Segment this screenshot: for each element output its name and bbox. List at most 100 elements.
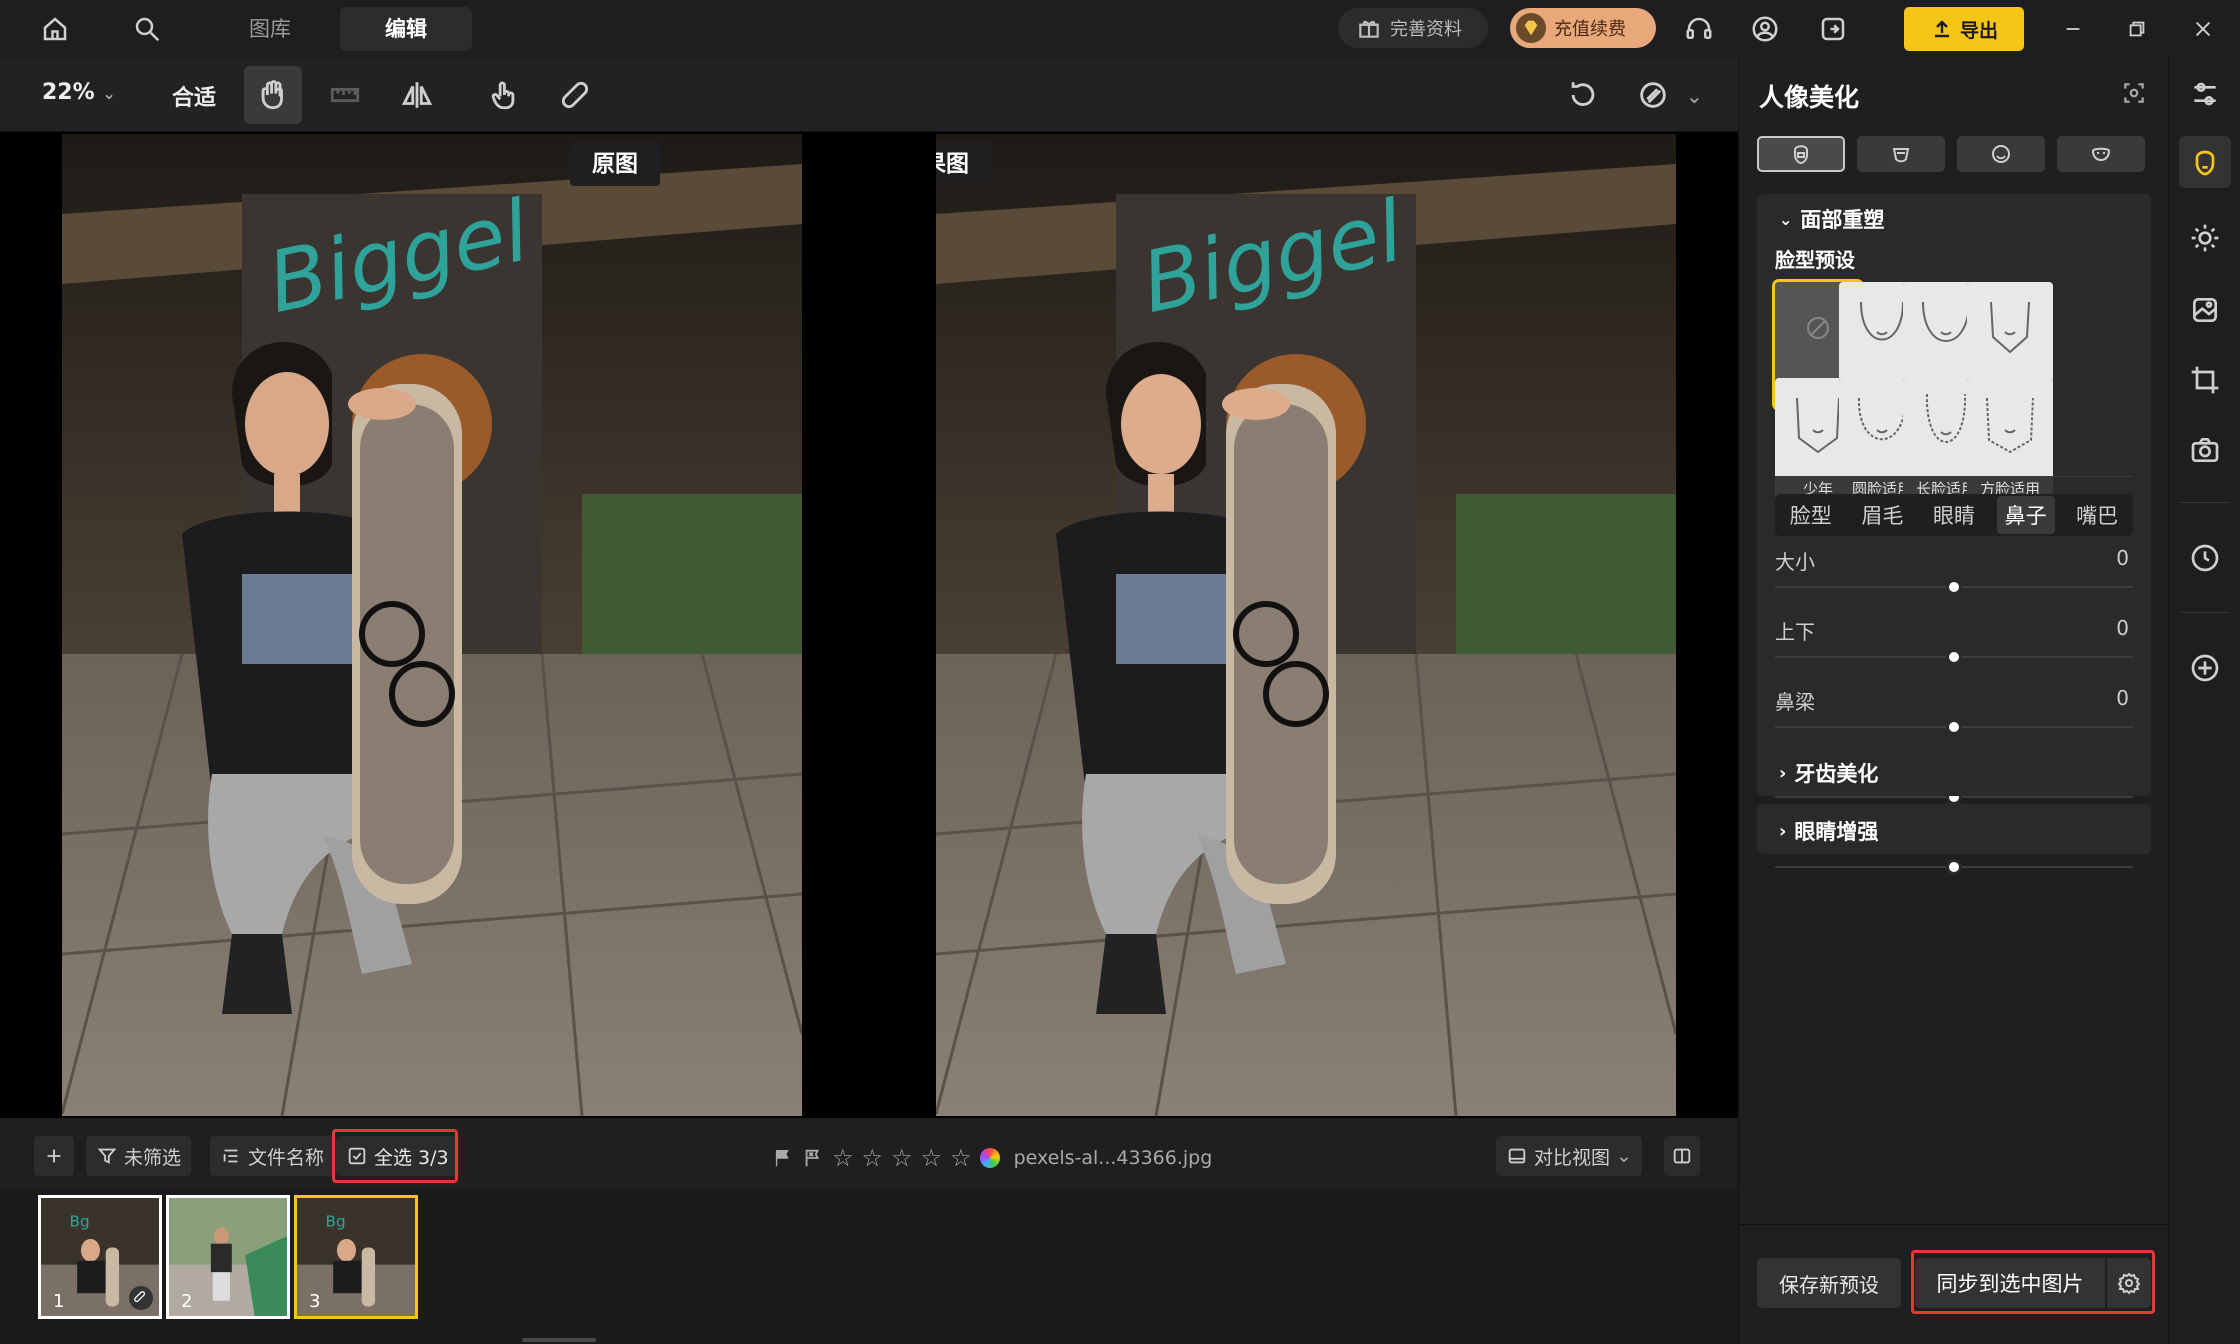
slider-knob[interactable] [1946,859,1962,875]
thumbnail[interactable]: Bg 1 [38,1195,162,1319]
flag-icon[interactable] [772,1147,794,1169]
tab-nose[interactable]: 鼻子 [1996,496,2055,534]
slider-label: 鼻梁 [1775,690,1815,714]
eyes-section[interactable]: › 眼睛增强 [1757,804,2151,854]
restore-icon[interactable] [2122,14,2152,44]
split-view-button[interactable] [1664,1136,1700,1176]
tab-body[interactable] [2057,136,2145,172]
tab-face-reshape[interactable] [1757,136,1845,172]
compare-mode-icon[interactable] [1624,66,1682,124]
slider-label: 大小 [1775,550,1815,574]
star-icon[interactable]: ☆ [921,1144,943,1172]
divider [1739,1224,2169,1225]
image-adjust-icon[interactable] [2179,284,2231,336]
filter-label: 未筛选 [124,1146,182,1169]
bandage-icon[interactable] [546,66,604,124]
zoom-value: 22% [42,80,95,105]
ruler-icon[interactable] [316,66,374,124]
star-icon[interactable]: ☆ [862,1144,884,1172]
logout-icon[interactable] [1814,10,1852,48]
portrait-icon[interactable] [2179,136,2231,188]
view-mode-select[interactable]: 对比视图 ⌄ [1496,1136,1642,1176]
slider-knob[interactable] [1946,579,1962,595]
camera-icon[interactable] [2179,424,2231,476]
home-icon[interactable] [36,10,74,48]
history-icon[interactable] [2179,532,2231,584]
highlight-box [332,1129,458,1183]
zoom-select[interactable]: 22% ⌄ [42,80,116,105]
tab-library[interactable]: 图库 [220,7,320,51]
account-icon[interactable] [1746,10,1784,48]
original-photo: Biggel 原图 [62,134,802,1116]
fit-button[interactable]: 合适 [172,80,216,112]
tab-eyes[interactable]: 眼睛 [1925,496,1983,534]
top-bar: 图库 编辑 完善资料 充值续费 导出 [0,0,2240,58]
tab-face-shape[interactable]: 脸型 [1782,496,1840,534]
star-icon[interactable]: ☆ [832,1144,854,1172]
color-label-icon[interactable] [979,1148,1000,1168]
renew-pill[interactable]: 充值续费 [1510,8,1656,48]
headset-icon[interactable] [1680,10,1718,48]
divider [2181,612,2229,613]
slider-row: 大小 0 [1775,540,2133,610]
chevron-down-icon: ⌄ [1616,1145,1632,1167]
thumbnail-selected[interactable]: Bg 3 [294,1195,418,1319]
minimize-icon[interactable] [2058,14,2088,44]
compare-view-icon [1506,1145,1528,1167]
teeth-header[interactable]: › 牙齿美化 [1779,758,1878,788]
chevron-down-icon: ⌄ [1779,209,1793,229]
face-detect-icon[interactable] [2121,80,2147,110]
touch-tool-icon[interactable] [474,66,532,124]
image-canvas[interactable]: Biggel 原图 Biggel 图 [0,132,1738,1118]
slider-row: 鼻梁 0 [1775,680,2133,750]
star-icon[interactable]: ☆ [950,1144,972,1172]
edit-toolbar: 22% ⌄ 合适 ⌄ [0,58,1738,132]
filter-button[interactable]: 未筛选 [86,1136,192,1176]
chevron-down-icon[interactable]: ⌄ [1686,84,1703,108]
save-preset-button[interactable]: 保存新预设 [1757,1258,1901,1308]
tab-mouth[interactable]: 嘴巴 [2068,496,2126,534]
filmstrip-toolbar: 未筛选 文件名称 全选 3/3 ☆ ☆ ☆ ☆ ☆ pexels-al...43… [0,1118,1738,1190]
flip-icon[interactable] [388,66,446,124]
crop-icon[interactable] [2179,354,2231,406]
slider-value[interactable]: 0 [2116,686,2129,710]
reject-flag-icon[interactable] [802,1147,824,1169]
tab-edit[interactable]: 编辑 [340,7,472,51]
preset-square-face[interactable]: 方脸适用 [1967,378,2053,504]
adjust-sliders-icon[interactable] [2179,68,2231,120]
split-icon [1671,1145,1693,1167]
divider [1775,476,2133,477]
highlight-box [1911,1250,2155,1314]
filename: pexels-al...43366.jpg [1013,1147,1213,1169]
add-image-button[interactable] [34,1136,74,1176]
tab-eyebrows[interactable]: 眉毛 [1853,496,1911,534]
upload-icon [1930,17,1954,41]
filmstrip-scrollbar[interactable] [522,1338,596,1342]
panel-title: 人像美化 [1759,83,1860,112]
profile-pill[interactable]: 完善资料 [1338,8,1488,48]
thumb-number: 2 [181,1291,193,1312]
tab-skin[interactable] [1857,136,1945,172]
face-reshape-header[interactable]: ⌄ 面部重塑 [1779,204,1884,234]
face-tabs [1757,136,2145,172]
add-plugin-icon[interactable] [2179,642,2231,694]
teeth-section[interactable]: › 牙齿美化 [1757,746,2151,796]
export-button[interactable]: 导出 [1904,7,2024,51]
plus-icon [43,1145,65,1167]
brightness-icon[interactable] [2179,212,2231,264]
search-icon[interactable] [128,10,166,48]
sort-label: 文件名称 [248,1146,325,1169]
slider-value[interactable]: 0 [2116,546,2129,570]
thumbnail[interactable]: 2 [166,1195,290,1319]
sort-button[interactable]: 文件名称 [210,1136,335,1176]
eyes-header[interactable]: › 眼睛增强 [1779,816,1878,846]
close-icon[interactable] [2188,14,2218,44]
tab-makeup[interactable] [1957,136,2045,172]
hand-tool-icon[interactable] [244,66,302,124]
slider-knob[interactable] [1946,719,1962,735]
undo-icon[interactable] [1554,66,1612,124]
slider-knob[interactable] [1946,649,1962,665]
star-icon[interactable]: ☆ [891,1144,913,1172]
slider-value[interactable]: 0 [2116,616,2129,640]
chevron-right-icon: › [1779,820,1787,842]
